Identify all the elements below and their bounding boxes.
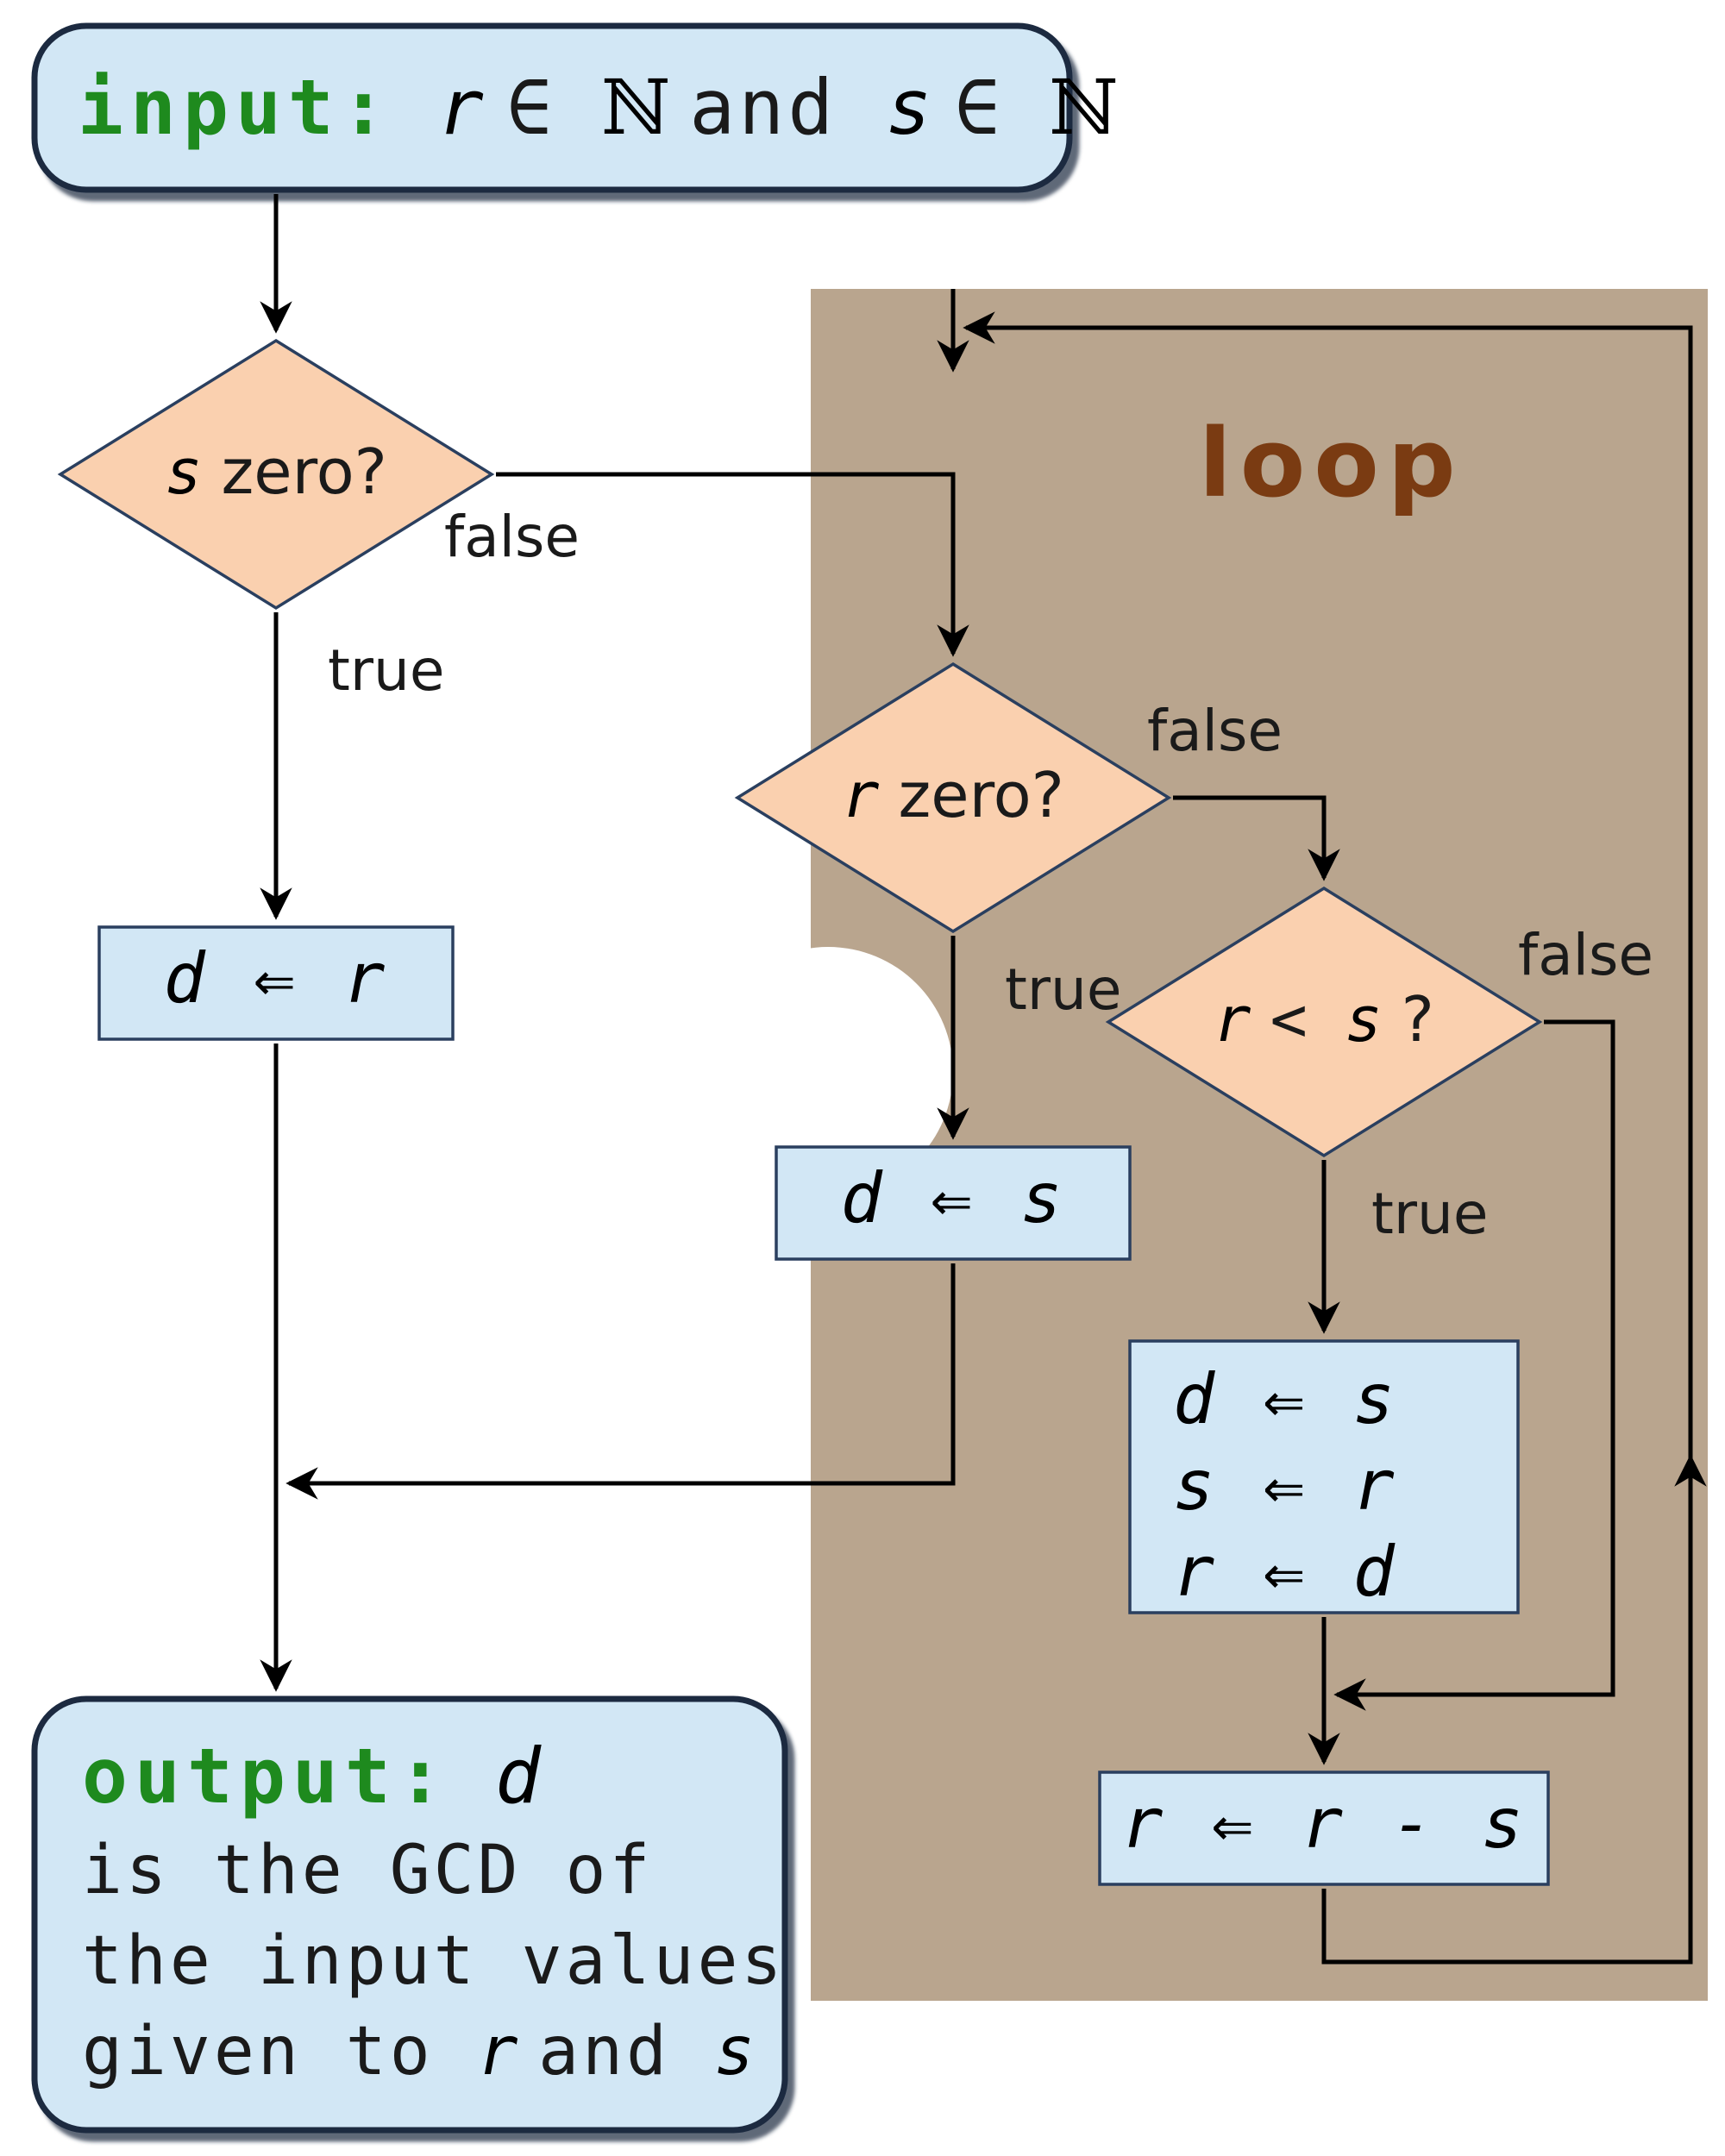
process-d-gets-s: d ⇐ s <box>776 1147 1130 1259</box>
output-node: output: d is the GCD of the input values… <box>34 1699 785 2130</box>
input-node: input: r ∈ ℕ and s ∈ ℕ <box>34 26 1119 190</box>
svg-text:s ⇐ r: s ⇐ r <box>1173 1445 1398 1526</box>
input-keyword: input: <box>78 63 393 152</box>
svg-text:input: r ∈: input: r ∈ ℕ and s ∈ ℕ <box>78 63 1119 152</box>
svg-text:d ⇐ s: d ⇐ s <box>841 1158 1066 1238</box>
gcd-flowchart: loop input: r ∈ ℕ and s ∈ ℕ s zero? true… <box>0 0 1725 2156</box>
svg-text:the input values: the input values <box>82 1922 785 2000</box>
process-d-gets-r: d ⇐ r <box>99 927 453 1039</box>
svg-text:given to r and: given to r and s <box>82 2013 758 2090</box>
label-szero-false: false <box>444 504 580 570</box>
svg-text:r < s ?: r < s ? <box>1214 983 1434 1056</box>
label-rzero-true: true <box>1005 956 1121 1023</box>
decision-s-zero: s zero? <box>60 341 492 608</box>
process-swap: d ⇐ s s ⇐ r r ⇐ d <box>1130 1341 1518 1613</box>
svg-text:is the GCD of: is the GCD of <box>82 1832 653 1909</box>
label-rls-false: false <box>1518 922 1653 988</box>
loop-region <box>811 289 1708 2001</box>
output-keyword: output: <box>82 1732 450 1821</box>
svg-text:r ⇐ r - s: r ⇐ r - s <box>1121 1783 1526 1864</box>
svg-text:d ⇐ r: d ⇐ r <box>164 938 389 1018</box>
process-r-sub-s: r ⇐ r - s <box>1100 1772 1548 1884</box>
label-rzero-false: false <box>1147 698 1283 764</box>
svg-text:d ⇐ s: d ⇐ s <box>1173 1359 1398 1439</box>
label-rls-true: true <box>1371 1181 1488 1247</box>
svg-text:r zero?: r zero? <box>842 759 1064 831</box>
loop-label: loop <box>1199 408 1465 518</box>
svg-text:s zero?: s zero? <box>165 436 387 508</box>
svg-text:r ⇐ d: r ⇐ d <box>1173 1532 1398 1612</box>
label-szero-true: true <box>328 637 444 704</box>
